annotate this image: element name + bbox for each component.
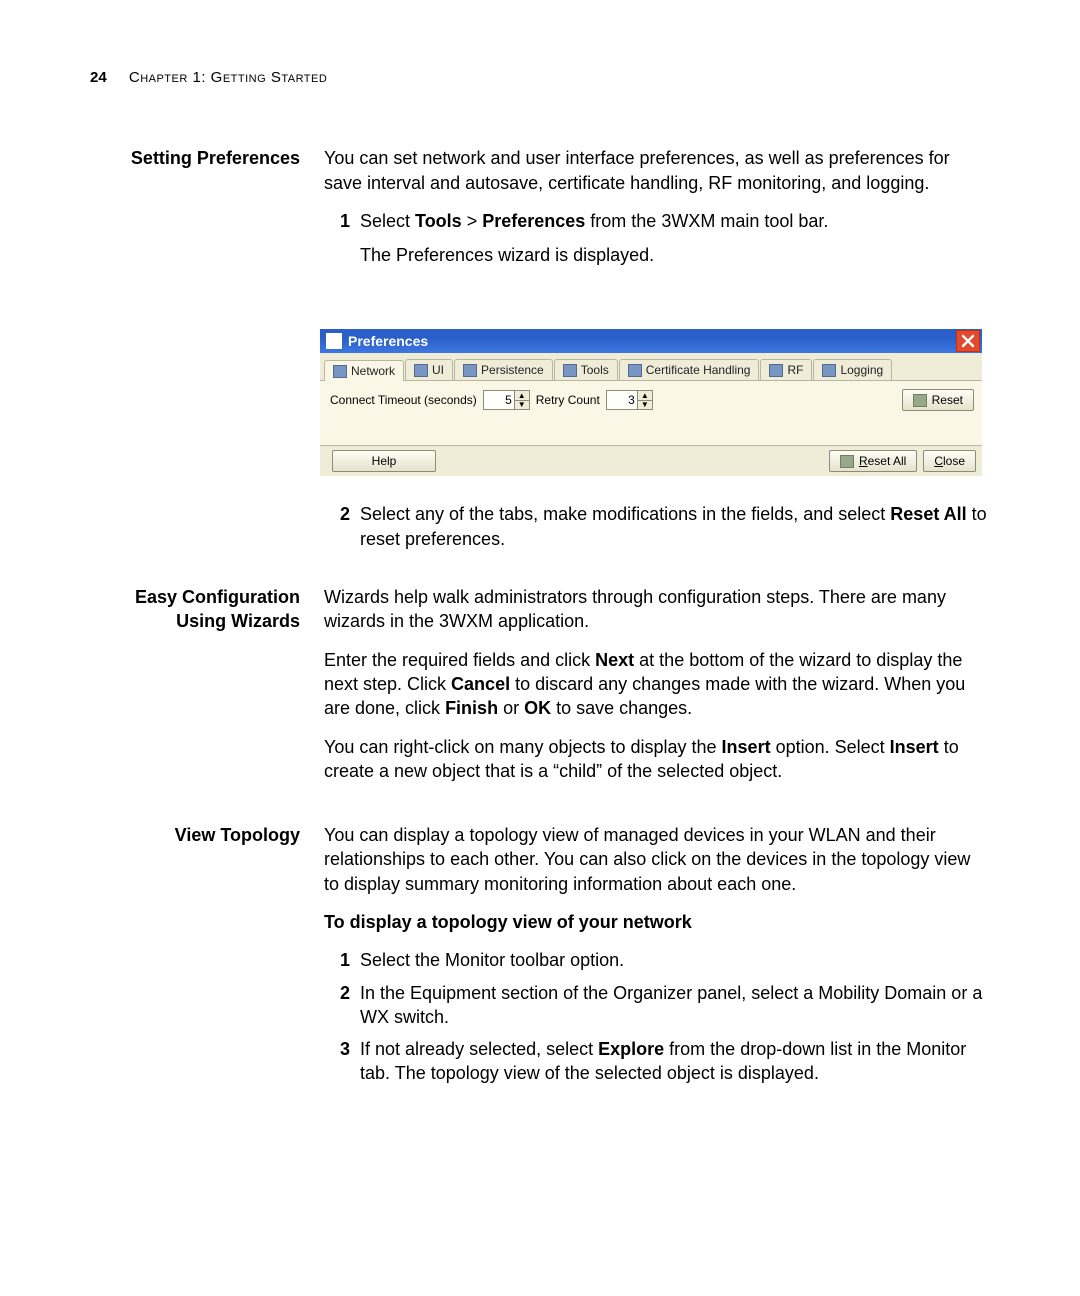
step-number: 1 <box>324 948 360 972</box>
wizards-p3: You can right-click on many objects to d… <box>324 735 990 784</box>
tab-certificate-handling[interactable]: Certificate Handling <box>619 359 760 380</box>
running-header: 24 Chapter 1: Getting Started <box>90 68 990 88</box>
page: 24 Chapter 1: Getting Started Setting Pr… <box>0 0 1080 1296</box>
retry-count-label: Retry Count <box>536 392 600 408</box>
wizards-p1: Wizards help walk administrators through… <box>324 585 990 634</box>
window-titlebar[interactable]: Preferences <box>320 329 982 353</box>
retry-count-spinner[interactable]: ▲ ▼ <box>606 390 653 410</box>
connect-timeout-spinner[interactable]: ▲ ▼ <box>483 390 530 410</box>
wizards-p2: Enter the required fields and click Next… <box>324 648 990 721</box>
close-icon <box>960 333 976 349</box>
tab-strip: Network UI Persistence Tools Cer <box>320 353 982 381</box>
reset-all-button[interactable]: Reset All <box>829 450 917 472</box>
window-title: Preferences <box>348 332 428 351</box>
connect-timeout-input[interactable] <box>484 391 514 409</box>
connect-timeout-label: Connect Timeout (seconds) <box>330 392 477 408</box>
step-number: 2 <box>324 502 360 551</box>
spinner-down-icon[interactable]: ▼ <box>515 400 529 410</box>
step-text: Select Tools > Preferences from the 3WXM… <box>360 209 990 282</box>
section-setting-preferences: Setting Preferences You can set network … <box>90 146 990 289</box>
preferences-window: Preferences Network <box>320 329 982 476</box>
step-number: 1 <box>324 209 360 282</box>
network-icon <box>333 365 347 378</box>
setting-prefs-steps-continued: 2 Select any of the tabs, make modificat… <box>324 502 990 551</box>
step-number: 2 <box>324 981 360 1030</box>
tab-panel-network: Connect Timeout (seconds) ▲ ▼ Retry Coun… <box>320 381 982 446</box>
page-number: 24 <box>90 69 107 86</box>
tools-icon <box>563 364 577 377</box>
reset-icon <box>913 394 927 407</box>
step1-sub: The Preferences wizard is displayed. <box>360 243 990 267</box>
retry-count-input[interactable] <box>607 391 637 409</box>
chapter-title: Chapter 1: Getting Started <box>129 69 327 86</box>
step-text: Select the Monitor toolbar option. <box>360 948 990 972</box>
ui-icon <box>414 364 428 377</box>
section-view-topology: View Topology You can display a topology… <box>90 823 990 1094</box>
tab-network[interactable]: Network <box>324 360 404 381</box>
close-button[interactable]: Close <box>923 450 976 472</box>
tab-ui[interactable]: UI <box>405 359 453 380</box>
step-number: 3 <box>324 1037 360 1086</box>
step-text: In the Equipment section of the Organize… <box>360 981 990 1030</box>
margin-heading-setting-preferences: Setting Preferences <box>90 146 324 170</box>
tab-persistence[interactable]: Persistence <box>454 359 553 380</box>
spinner-up-icon[interactable]: ▲ <box>515 391 529 400</box>
setting-prefs-steps: 1 Select Tools > Preferences from the 3W… <box>324 209 990 282</box>
persistence-icon <box>463 364 477 377</box>
preferences-window-screenshot: Preferences Network <box>320 329 990 476</box>
reset-button[interactable]: Reset <box>902 389 974 411</box>
tab-tools[interactable]: Tools <box>554 359 618 380</box>
help-button[interactable]: Help <box>332 450 436 472</box>
margin-heading-easy-configuration: Easy Configuration Using Wizards <box>90 585 324 634</box>
step-text: Select any of the tabs, make modificatio… <box>360 502 990 551</box>
topology-subhead: To display a topology view of your netwo… <box>324 910 990 934</box>
topology-steps: 1 Select the Monitor toolbar option. 2 I… <box>324 948 990 1085</box>
certificate-icon <box>628 364 642 377</box>
rf-icon <box>769 364 783 377</box>
section-easy-configuration: Easy Configuration Using Wizards Wizards… <box>90 585 990 797</box>
step-text: If not already selected, select Explore … <box>360 1037 990 1086</box>
tab-rf[interactable]: RF <box>760 359 812 380</box>
logging-icon <box>822 364 836 377</box>
window-close-button[interactable] <box>956 330 980 352</box>
spinner-down-icon[interactable]: ▼ <box>638 400 652 410</box>
margin-heading-view-topology: View Topology <box>90 823 324 847</box>
tab-logging[interactable]: Logging <box>813 359 892 380</box>
spinner-up-icon[interactable]: ▲ <box>638 391 652 400</box>
setting-prefs-intro: You can set network and user interface p… <box>324 146 990 195</box>
topology-intro: You can display a topology view of manag… <box>324 823 990 896</box>
app-icon <box>326 333 342 349</box>
reset-all-icon <box>840 455 854 468</box>
window-footer: Help Reset All Close <box>320 446 982 476</box>
